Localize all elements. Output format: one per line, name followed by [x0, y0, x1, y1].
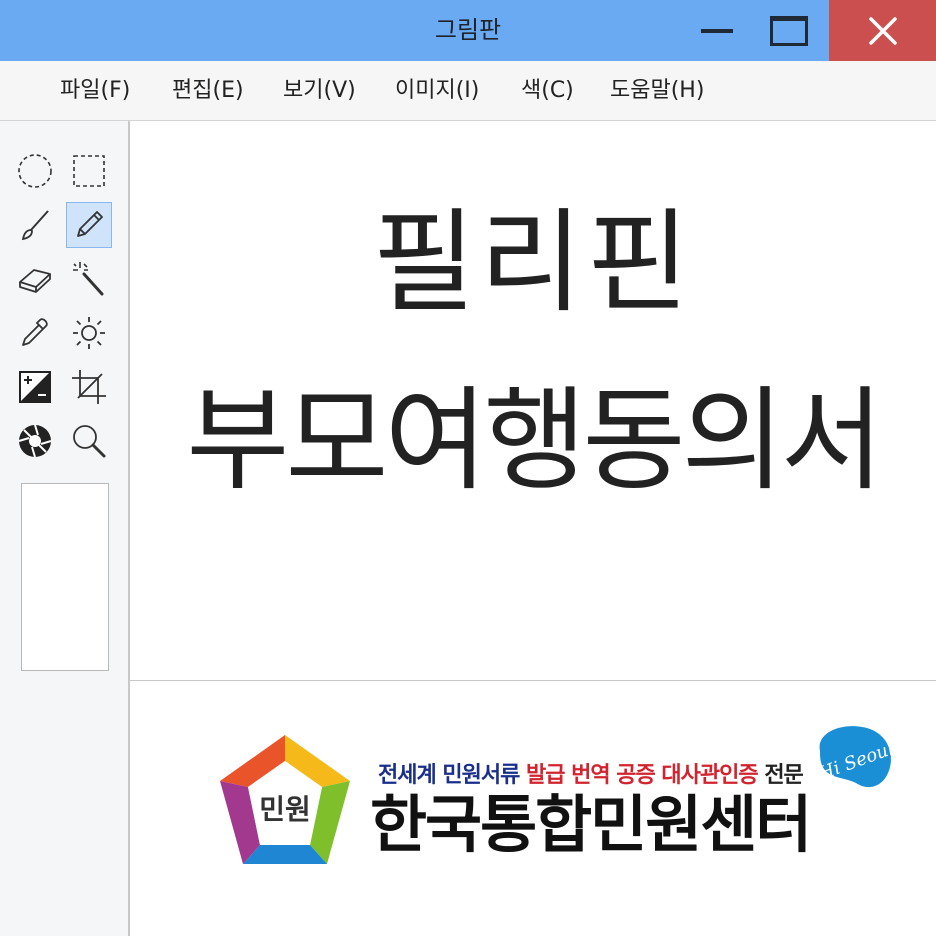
eyedropper-icon: [22, 318, 48, 346]
minwon-logo: 민원: [220, 735, 350, 864]
color-palette-box[interactable]: [21, 483, 109, 671]
tool-pencil[interactable]: [66, 202, 112, 248]
center-name: 한국통합민원센터: [370, 788, 812, 861]
menu-color[interactable]: 색(C): [521, 61, 574, 120]
maximize-button[interactable]: [760, 0, 818, 61]
menu-bar: 파일(F) 편집(E) 보기(V) 이미지(I) 색(C) 도움말(H): [0, 61, 936, 121]
heading-line-2: 부모여행동의서: [186, 376, 883, 506]
menu-help[interactable]: 도움말(H): [610, 61, 704, 120]
crop-icon: [72, 370, 106, 404]
menu-file[interactable]: 파일(F): [60, 61, 130, 120]
magic-wand-icon: [73, 262, 104, 296]
title-bar: 그림판: [0, 0, 936, 61]
minimize-icon: [701, 28, 733, 33]
tool-effects[interactable]: [13, 419, 57, 463]
ellipse-select-icon: [18, 154, 52, 188]
drawing-canvas[interactable]: 필리핀 부모여행동의서 민원 전세계 민원서류 발급 번역 공증 대사관인증 전…: [130, 121, 936, 936]
menu-view[interactable]: 보기(V): [283, 61, 356, 120]
tool-zoom[interactable]: [67, 419, 111, 463]
menu-edit[interactable]: 편집(E): [172, 61, 244, 120]
close-icon: [868, 16, 897, 45]
invert-icon: [19, 371, 51, 403]
tool-crop[interactable]: [67, 365, 111, 409]
menu-image[interactable]: 이미지(I): [395, 61, 479, 120]
tool-color-picker[interactable]: [13, 311, 57, 355]
tool-ellipse-select[interactable]: [13, 149, 57, 193]
eraser-icon: [19, 269, 51, 293]
banner: 민원 전세계 민원서류 발급 번역 공증 대사관인증 전문 한국통합민원센터 H…: [130, 681, 936, 936]
tool-brightness[interactable]: [67, 311, 111, 355]
tool-magic-wand[interactable]: [67, 257, 111, 301]
aperture-icon: [18, 424, 52, 458]
tool-eraser[interactable]: [13, 257, 57, 301]
tool-brush[interactable]: [13, 203, 57, 247]
heading-line-1: 필리핀: [372, 198, 694, 328]
brightness-icon: [73, 317, 105, 349]
close-button[interactable]: [829, 0, 936, 61]
tool-rect-select[interactable]: [67, 149, 111, 193]
zoom-icon: [73, 425, 106, 458]
svg-text:민원: 민원: [259, 793, 311, 826]
minimize-button[interactable]: [688, 0, 746, 61]
pencil-icon: [77, 211, 103, 237]
brush-icon: [21, 210, 49, 241]
maximize-icon: [770, 15, 808, 46]
rect-select-icon: [73, 155, 105, 187]
toolbox: [0, 121, 130, 936]
hi-seoul-badge: Hi Seoul: [815, 726, 896, 788]
tool-invert[interactable]: [13, 365, 57, 409]
